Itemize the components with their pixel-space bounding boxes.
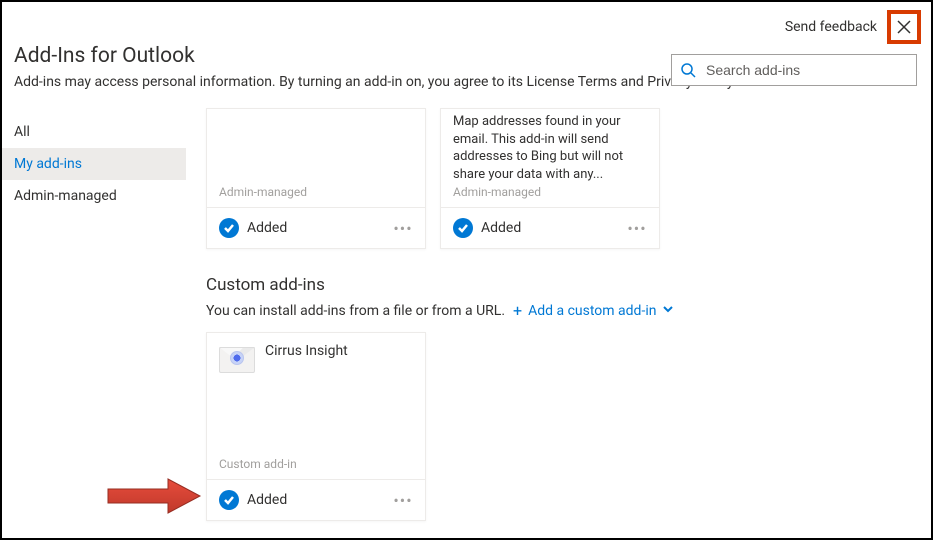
addin-card[interactable]: Map addresses found in your email. This … (440, 108, 660, 249)
add-custom-addin-button[interactable]: + Add a custom add-in (513, 301, 674, 320)
addin-status: Added (247, 492, 385, 508)
add-custom-addin-label: Add a custom add-in (528, 303, 656, 319)
envelope-icon (219, 343, 255, 373)
addin-card[interactable]: Admin-managed Added ••• (206, 108, 426, 249)
more-button[interactable]: ••• (627, 219, 647, 238)
close-button[interactable] (887, 10, 921, 44)
search-box[interactable] (671, 54, 917, 86)
sidebar-item-my-addins[interactable]: My add-ins (2, 148, 186, 180)
addin-subtype: Admin-managed (441, 185, 659, 207)
chevron-down-icon (662, 303, 674, 319)
addin-status: Added (481, 220, 619, 236)
addin-description: Map addresses found in your email. This … (453, 109, 647, 183)
addin-card[interactable]: Cirrus Insight Custom add-in Added ••• (206, 332, 426, 521)
send-feedback-link[interactable]: Send feedback (785, 19, 877, 35)
custom-section-title: Custom add-ins (206, 275, 917, 295)
check-icon (219, 490, 239, 510)
close-icon (896, 19, 912, 35)
search-input[interactable] (704, 61, 908, 79)
check-icon (453, 218, 473, 238)
more-button[interactable]: ••• (393, 219, 413, 238)
addin-status: Added (247, 220, 385, 236)
addin-name: Cirrus Insight (265, 343, 348, 359)
addin-subtype: Custom add-in (207, 457, 425, 479)
search-icon (680, 62, 696, 78)
main-content: Admin-managed Added ••• Map addresses fo… (186, 108, 931, 547)
annotation-arrow (106, 477, 202, 515)
custom-section-subtitle: You can install add-ins from a file or f… (206, 303, 505, 319)
sidebar-item-all[interactable]: All (2, 116, 186, 148)
check-icon (219, 218, 239, 238)
more-button[interactable]: ••• (393, 491, 413, 510)
addin-subtype: Admin-managed (207, 185, 425, 207)
sidebar-item-admin-managed[interactable]: Admin-managed (2, 180, 186, 212)
plus-icon: + (513, 301, 522, 320)
